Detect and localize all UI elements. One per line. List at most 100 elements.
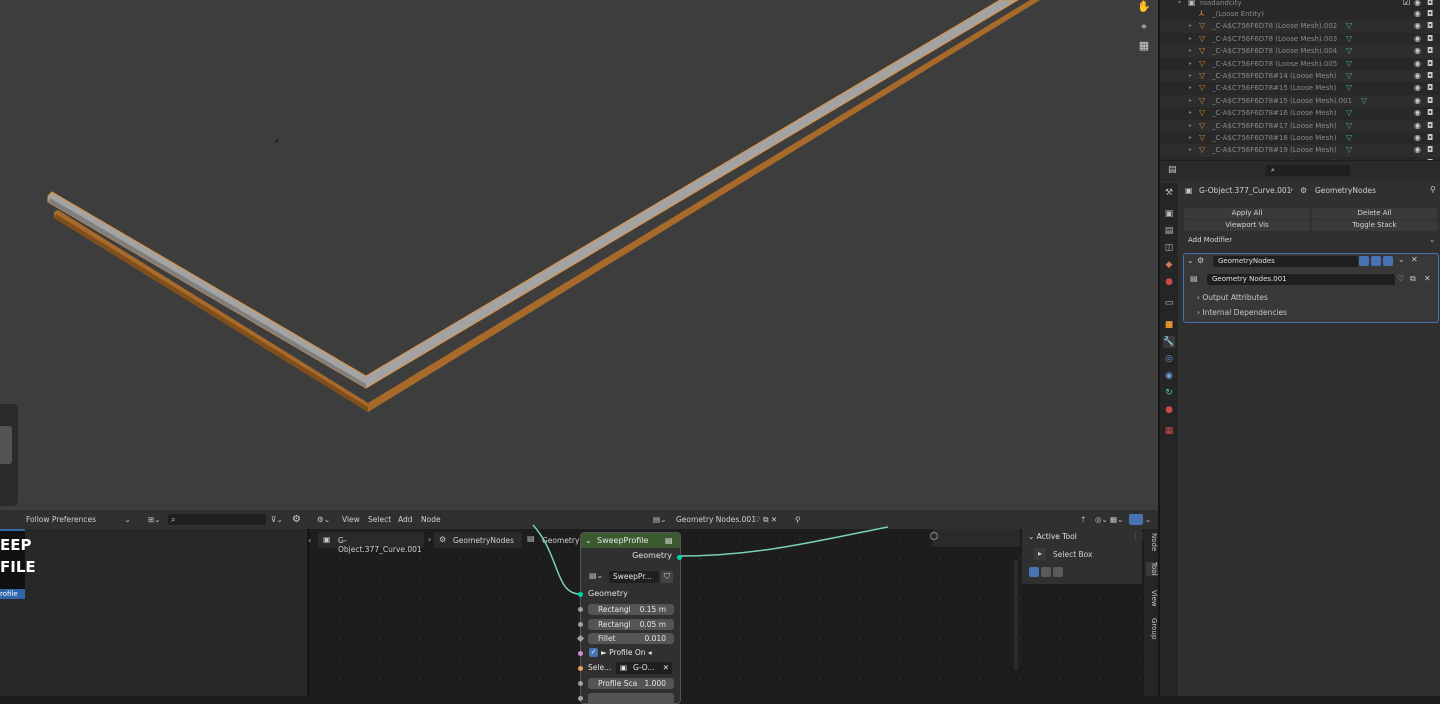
breadcrumb-object-chip[interactable]: ▣ G-Object.377_Curve.001 (318, 532, 424, 554)
unlink-icon[interactable]: ✕ (1424, 274, 1431, 283)
pin-icon[interactable]: ⚲ (795, 510, 801, 529)
eye-icon[interactable]: ◉ (1414, 95, 1421, 107)
eye-icon[interactable]: ◉ (1414, 20, 1421, 32)
collapse-chevron-icon[interactable]: ⌄ (585, 533, 592, 548)
scrollbar[interactable] (1014, 560, 1018, 670)
rect-width-field[interactable]: Rectangl 0.15 m (588, 604, 674, 615)
snap-icon[interactable]: ◎⌄ (1095, 510, 1108, 529)
modifier-panel[interactable]: ⌄ ⚙ GeometryNodes ⌄ ✕ ▤ Geometry Nodes.0… (1183, 253, 1439, 323)
delete-all-button[interactable]: Delete All (1312, 208, 1437, 219)
input-socket[interactable] (578, 607, 583, 612)
properties-search[interactable]: ⌕ (1266, 165, 1350, 176)
viewport-toggle-icon[interactable] (1371, 256, 1381, 266)
eye-icon[interactable]: ◉ (1414, 157, 1421, 160)
eye-icon[interactable]: ◉ (1414, 70, 1421, 82)
file-browser-area[interactable] (0, 529, 308, 696)
node-tree-name[interactable]: Geometry Nodes.001 (676, 510, 756, 529)
close-icon[interactable]: ✕ (1411, 255, 1418, 264)
output-geometry-socket[interactable] (677, 555, 682, 560)
node-group-field[interactable]: Geometry Nodes.001 (1207, 274, 1395, 285)
select-box-icon[interactable]: ▸ (1034, 548, 1046, 560)
camera-icon[interactable]: ◘ (1427, 132, 1433, 144)
apply-all-button[interactable]: Apply All (1184, 208, 1310, 219)
expand-icon[interactable]: ▸ (1189, 95, 1192, 107)
camera-icon[interactable]: ◘ (1427, 95, 1433, 107)
active-tool-header[interactable]: ⌄ Active Tool (1028, 532, 1077, 541)
parent-node-icon[interactable]: ⇡ (1080, 510, 1086, 529)
camera-icon[interactable]: ◘ (1427, 144, 1433, 156)
input-geometry-socket[interactable] (578, 592, 583, 597)
camera-icon[interactable]: ⌖ (1137, 20, 1151, 34)
fillet-field[interactable]: Fillet 0.010 (588, 633, 674, 644)
outliner-item[interactable]: ▸ ▽ _C-A$C756F6D78#14 (Loose Mesh) ▽ ◉ ◘ (1160, 70, 1440, 83)
outliner-item[interactable]: ▸ ▽ _C-A$C756F6D78#20 (Loose Mesh) ▽ ◉ ◘ (1160, 157, 1440, 160)
group-selector[interactable]: SweepPr... (609, 571, 659, 583)
select-mode-new-icon[interactable] (1029, 567, 1039, 577)
menu-select[interactable]: Select (368, 510, 391, 529)
filter-search-input[interactable]: ⌕ (168, 514, 266, 525)
profile-on-checkbox[interactable]: ✓ (589, 648, 598, 657)
outliner-item[interactable]: ▸ ▽ _C-A$C756F6D78#18 (Loose Mesh) ▽ ◉ ◘ (1160, 132, 1440, 144)
viewport-vis-button[interactable]: Viewport Vis (1184, 220, 1310, 231)
3d-viewport[interactable]: ✋ ⌖ ▦ (0, 0, 1158, 510)
sweep-profile-thumbnail[interactable]: EEP FILE rofile (0, 529, 36, 599)
handle-icon[interactable] (930, 532, 938, 540)
camera-icon[interactable]: ◘ (1427, 33, 1433, 45)
object-socket[interactable] (578, 666, 583, 671)
expand-icon[interactable]: ▸ (1189, 157, 1192, 160)
expand-icon[interactable]: ▸ (1189, 33, 1192, 45)
input-socket[interactable] (578, 622, 583, 627)
editor-type-icon[interactable]: ⚙⌄ (317, 510, 330, 529)
outliner-item[interactable]: ▸ ▽ _C-A$C756F6D78#17 (Loose Mesh) ▽ ◉ ◘ (1160, 119, 1440, 132)
area-divider[interactable] (1158, 0, 1160, 696)
eye-icon[interactable]: ◉ (1414, 144, 1421, 156)
expand-icon[interactable]: ▸ (1189, 70, 1192, 82)
outliner-item[interactable]: ▸ ▽ _C-A$C756F6D78#16 (Loose Mesh) ▽ ◉ ◘ (1160, 107, 1440, 119)
output-attributes-panel[interactable]: › Output Attributes (1197, 293, 1268, 302)
particles-tab-icon[interactable]: ◎ (1163, 353, 1175, 365)
outliner-item[interactable]: ▸ ▽ _C-A$C756F6D78#15 (Loose Mesh).001 ▽ ◉ ◘ (1160, 94, 1440, 108)
group-type-icon[interactable]: ▤⌄ (589, 571, 603, 580)
tab-node[interactable]: Node (1146, 533, 1158, 551)
follow-preferences-dropdown[interactable]: Follow Preferences ⌄ (26, 510, 131, 529)
side-panel-swatch[interactable] (0, 426, 12, 464)
expand-icon[interactable]: ▸ (1189, 107, 1192, 119)
eye-icon[interactable]: ◉ (1414, 45, 1421, 57)
render-tab-icon[interactable]: ▣ (1163, 208, 1175, 220)
chevron-down-icon[interactable]: ⌄ (1145, 510, 1151, 529)
filter-icon[interactable]: ⊽⌄ (271, 510, 283, 529)
expand-icon[interactable]: ▸ (1189, 120, 1192, 132)
select-box-label[interactable]: Select Box (1053, 550, 1092, 559)
outliner-item[interactable]: ▸ ▽ _C-A$C756F6D78 (Loose Mesh).004 ▽ ◉ ◘ (1160, 45, 1440, 58)
expand-icon[interactable]: ▸ (1189, 20, 1192, 32)
eye-icon[interactable]: ◉ (1414, 33, 1421, 45)
node-group-icon[interactable]: ▤ (665, 533, 673, 548)
fake-user-icon[interactable]: ♡ (1397, 274, 1404, 283)
outliner-item[interactable]: ▸ ▽ _C-A$C756F6D78#15 (Loose Mesh) ▽ ◉ ◘ (1160, 82, 1440, 94)
eye-icon[interactable]: ◉ (1414, 107, 1421, 119)
bool-socket[interactable] (578, 651, 583, 656)
tab-tool[interactable]: Tool (1146, 562, 1158, 576)
outliner-item[interactable]: ▸ ▽ _C-A$C756F6D78#19 (Loose Mesh) ▽ ◉ ◘ (1160, 144, 1440, 157)
select-mode-subtract-icon[interactable] (1053, 567, 1063, 577)
node-tree-type-icon[interactable]: ▤⌄ (653, 510, 666, 529)
view-toggle-icon[interactable]: ⊞⌄ (148, 510, 161, 529)
modifier-tab-icon[interactable]: 🔧 (1163, 336, 1175, 348)
area-divider[interactable] (307, 529, 310, 696)
properties-editor[interactable]: ▤ ⌕ ⚒ ▣ ▤ ◫ ◆ ● ▭ ■ 🔧 ◎ ◉ ↻ ● ▦ ▣ G-Obje… (1160, 161, 1440, 696)
camera-icon[interactable]: ◘ (1427, 82, 1433, 94)
input-socket[interactable] (578, 696, 583, 701)
settings-gear-icon[interactable]: ⚙ (292, 510, 301, 529)
dropdown-icon[interactable]: ⌄ (1398, 255, 1405, 264)
output-tab-icon[interactable]: ▤ (1163, 225, 1175, 237)
expand-icon[interactable]: ▸ (1189, 82, 1192, 94)
eye-icon[interactable]: ◉ (1414, 132, 1421, 144)
outliner-item[interactable]: ▸ ▽ _C-A$C756F6D78 (Loose Mesh).002 ▽ ◉ ◘ (1160, 20, 1440, 33)
rect-height-field[interactable]: Rectangl 0.05 m (588, 619, 674, 630)
profile-scale-field[interactable]: Profile Sca 1.000 (588, 678, 674, 689)
close-icon[interactable]: ✕ (663, 662, 669, 674)
select-mode-extend-icon[interactable] (1041, 567, 1051, 577)
tab-view[interactable]: View (1146, 590, 1158, 607)
eye-icon[interactable]: ◉ (1414, 8, 1421, 20)
eye-icon[interactable]: ◉ (1414, 82, 1421, 94)
